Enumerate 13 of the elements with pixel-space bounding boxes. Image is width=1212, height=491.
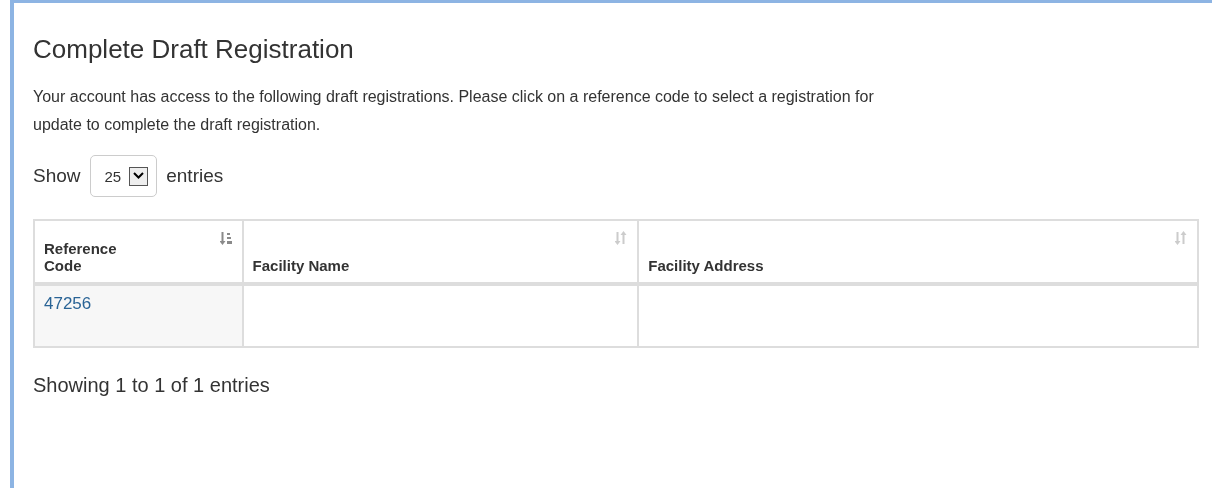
page-title: Complete Draft Registration [33, 33, 355, 65]
reference-code-link[interactable]: 47256 [44, 294, 92, 313]
show-label: Show [33, 165, 81, 187]
entries-label: entries [166, 165, 224, 187]
chevron-down-icon [133, 172, 145, 180]
entries-select[interactable]: 25 [89, 155, 158, 197]
intro-text: Your account has access to the following draft registrations. Please click on a reference code to select a registration for update to complete the draft registration. [33, 87, 875, 135]
sort-icon[interactable] [1175, 231, 1187, 245]
sort-icon[interactable] [615, 231, 628, 245]
column-header[interactable]: Facility Name [242, 220, 639, 284]
sort-icon[interactable] [219, 231, 232, 245]
table-info: Showing 1 to 1 of 1 entries [33, 374, 271, 397]
column-header[interactable]: Facility Address [638, 220, 1198, 284]
